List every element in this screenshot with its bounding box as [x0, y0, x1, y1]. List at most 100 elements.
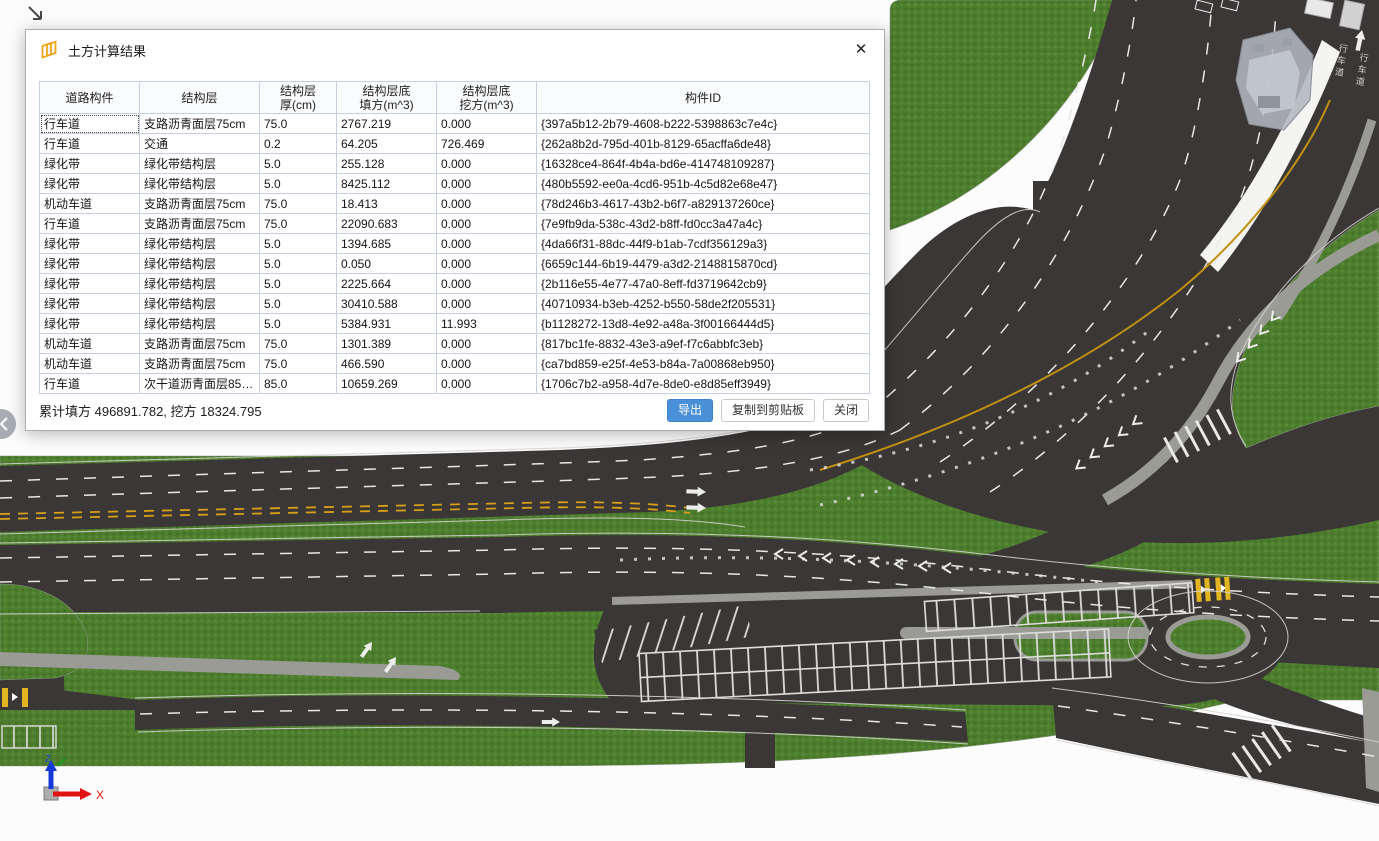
table-cell[interactable]: {16328ce4-864f-4b4a-bd6e-414748109287}	[537, 154, 870, 174]
table-cell[interactable]: 75.0	[260, 354, 337, 374]
table-cell[interactable]: 5.0	[260, 294, 337, 314]
totals-summary: 累计填方 496891.782, 挖方 18324.795	[39, 401, 262, 420]
table-cell[interactable]: 0.000	[437, 234, 537, 254]
table-cell[interactable]: 绿化带	[40, 174, 140, 194]
table-cell[interactable]: 64.205	[337, 134, 437, 154]
table-cell[interactable]: {480b5592-ee0a-4cd6-951b-4c5d82e68e47}	[537, 174, 870, 194]
table-cell[interactable]: 绿化带结构层	[140, 174, 260, 194]
table-cell[interactable]: 绿化带	[40, 314, 140, 334]
table-cell[interactable]: 绿化带结构层	[140, 154, 260, 174]
table-cell[interactable]: {ca7bd859-e25f-4e53-b84a-7a00868eb950}	[537, 354, 870, 374]
table-row: 绿化带绿化带结构层5.01394.6850.000{4da66f31-88dc-…	[40, 234, 870, 254]
table-cell[interactable]: 支路沥青面层75cm	[140, 114, 260, 134]
table-header-row: 道路构件 结构层 结构层 厚(cm) 结构层底 填方(m^3) 结构层底 挖方(…	[40, 82, 870, 114]
table-cell[interactable]: 绿化带	[40, 254, 140, 274]
table-cell[interactable]: 0.2	[260, 134, 337, 154]
table-cell[interactable]: 支路沥青面层75cm	[140, 194, 260, 214]
table-cell[interactable]: 交通	[140, 134, 260, 154]
table-cell[interactable]: 机动车道	[40, 334, 140, 354]
table-cell[interactable]: 支路沥青面层75cm	[140, 214, 260, 234]
table-cell[interactable]: 466.590	[337, 354, 437, 374]
table-cell[interactable]: 0.000	[437, 294, 537, 314]
table-cell[interactable]: 0.000	[437, 194, 537, 214]
close-button[interactable]: 关闭	[823, 399, 869, 422]
table-cell[interactable]: 绿化带结构层	[140, 254, 260, 274]
dialog-title: 土方计算结果	[68, 41, 146, 60]
table-cell[interactable]: 85.0	[260, 374, 337, 394]
table-cell[interactable]: {397a5b12-2b79-4608-b222-5398863c7e4c}	[537, 114, 870, 134]
table-cell[interactable]: 绿化带结构层	[140, 274, 260, 294]
table-cell[interactable]: 75.0	[260, 214, 337, 234]
table-cell[interactable]: 0.000	[437, 274, 537, 294]
table-cell[interactable]: 255.128	[337, 154, 437, 174]
table-cell[interactable]: 0.000	[437, 154, 537, 174]
table-cell[interactable]: 5.0	[260, 314, 337, 334]
table-cell[interactable]: {817bc1fe-8832-43e3-a9ef-f7c6abbfc3eb}	[537, 334, 870, 354]
table-cell[interactable]: 行车道	[40, 374, 140, 394]
table-cell[interactable]: 75.0	[260, 194, 337, 214]
table-cell[interactable]: 绿化带结构层	[140, 314, 260, 334]
table-cell[interactable]: {4da66f31-88dc-44f9-b1ab-7cdf356129a3}	[537, 234, 870, 254]
svg-text:车: 车	[1336, 54, 1347, 66]
table-row: 机动车道支路沥青面层75cm75.0466.5900.000{ca7bd859-…	[40, 354, 870, 374]
table-cell[interactable]: 0.000	[437, 214, 537, 234]
table-cell[interactable]: 行车道	[40, 214, 140, 234]
table-cell[interactable]: 75.0	[260, 114, 337, 134]
table-cell[interactable]: 0.000	[437, 254, 537, 274]
table-cell[interactable]: 0.000	[437, 354, 537, 374]
table-cell[interactable]: 0.000	[437, 374, 537, 394]
table-cell[interactable]: {40710934-b3eb-4252-b550-58de2f205531}	[537, 294, 870, 314]
table-cell[interactable]: 0.000	[437, 334, 537, 354]
table-cell[interactable]: 10659.269	[337, 374, 437, 394]
table-cell[interactable]: 绿化带	[40, 274, 140, 294]
dialog-close-button[interactable]: ✕	[850, 38, 872, 60]
table-cell[interactable]: 绿化带	[40, 154, 140, 174]
table-cell[interactable]: 绿化带	[40, 234, 140, 254]
table-cell[interactable]: 30410.588	[337, 294, 437, 314]
table-cell[interactable]: 2767.219	[337, 114, 437, 134]
table-cell[interactable]: 行车道	[40, 114, 140, 134]
table-cell[interactable]: 5.0	[260, 234, 337, 254]
table-cell[interactable]: {2b116e55-4e77-47a0-8eff-fd3719642cb9}	[537, 274, 870, 294]
axis-z-label: Z	[45, 754, 51, 765]
table-cell[interactable]: 2225.664	[337, 274, 437, 294]
table-cell[interactable]: 0.000	[437, 174, 537, 194]
table-cell[interactable]: 1301.389	[337, 334, 437, 354]
export-button[interactable]: 导出	[667, 399, 713, 422]
table-cell[interactable]: 5.0	[260, 274, 337, 294]
table-cell[interactable]: 5.0	[260, 154, 337, 174]
table-cell[interactable]: 5.0	[260, 174, 337, 194]
table-cell[interactable]: 支路沥青面层75cm	[140, 354, 260, 374]
table-cell[interactable]: 18.413	[337, 194, 437, 214]
col-header-cut: 结构层底 挖方(m^3)	[437, 82, 537, 114]
table-cell[interactable]: 次干道沥青面层85…	[140, 374, 260, 394]
svg-text:车: 车	[1357, 63, 1368, 75]
table-cell[interactable]: {6659c144-6b19-4479-a3d2-2148815870cd}	[537, 254, 870, 274]
table-cell[interactable]: {1706c7b2-a958-4d7e-8de0-e8d85eff3949}	[537, 374, 870, 394]
dialog-footer: 累计填方 496891.782, 挖方 18324.795 导出 复制到剪贴板 …	[39, 398, 869, 422]
table-cell[interactable]: 75.0	[260, 334, 337, 354]
table-cell[interactable]: 绿化带结构层	[140, 234, 260, 254]
table-cell[interactable]: {262a8b2d-795d-401b-8129-65acffa6de48}	[537, 134, 870, 154]
table-cell[interactable]: 机动车道	[40, 354, 140, 374]
table-cell[interactable]: 绿化带结构层	[140, 294, 260, 314]
table-cell[interactable]: 8425.112	[337, 174, 437, 194]
app-logo-icon	[39, 40, 59, 60]
table-cell[interactable]: 5384.931	[337, 314, 437, 334]
table-cell[interactable]: {b1128272-13d8-4e92-a48a-3f00166444d5}	[537, 314, 870, 334]
table-cell[interactable]: {78d246b3-4617-43b2-b6f7-a829137260ce}	[537, 194, 870, 214]
table-cell[interactable]: 11.993	[437, 314, 537, 334]
svg-text:道: 道	[1355, 75, 1366, 87]
table-cell[interactable]: 0.000	[437, 114, 537, 134]
table-cell[interactable]: 726.469	[437, 134, 537, 154]
table-cell[interactable]: 支路沥青面层75cm	[140, 334, 260, 354]
table-cell[interactable]: 1394.685	[337, 234, 437, 254]
table-cell[interactable]: 0.050	[337, 254, 437, 274]
table-cell[interactable]: 5.0	[260, 254, 337, 274]
table-cell[interactable]: 22090.683	[337, 214, 437, 234]
table-cell[interactable]: 行车道	[40, 134, 140, 154]
table-cell[interactable]: {7e9fb9da-538c-43d2-b8ff-fd0cc3a47a4c}	[537, 214, 870, 234]
table-cell[interactable]: 绿化带	[40, 294, 140, 314]
table-cell[interactable]: 机动车道	[40, 194, 140, 214]
copy-to-clipboard-button[interactable]: 复制到剪贴板	[721, 399, 815, 422]
